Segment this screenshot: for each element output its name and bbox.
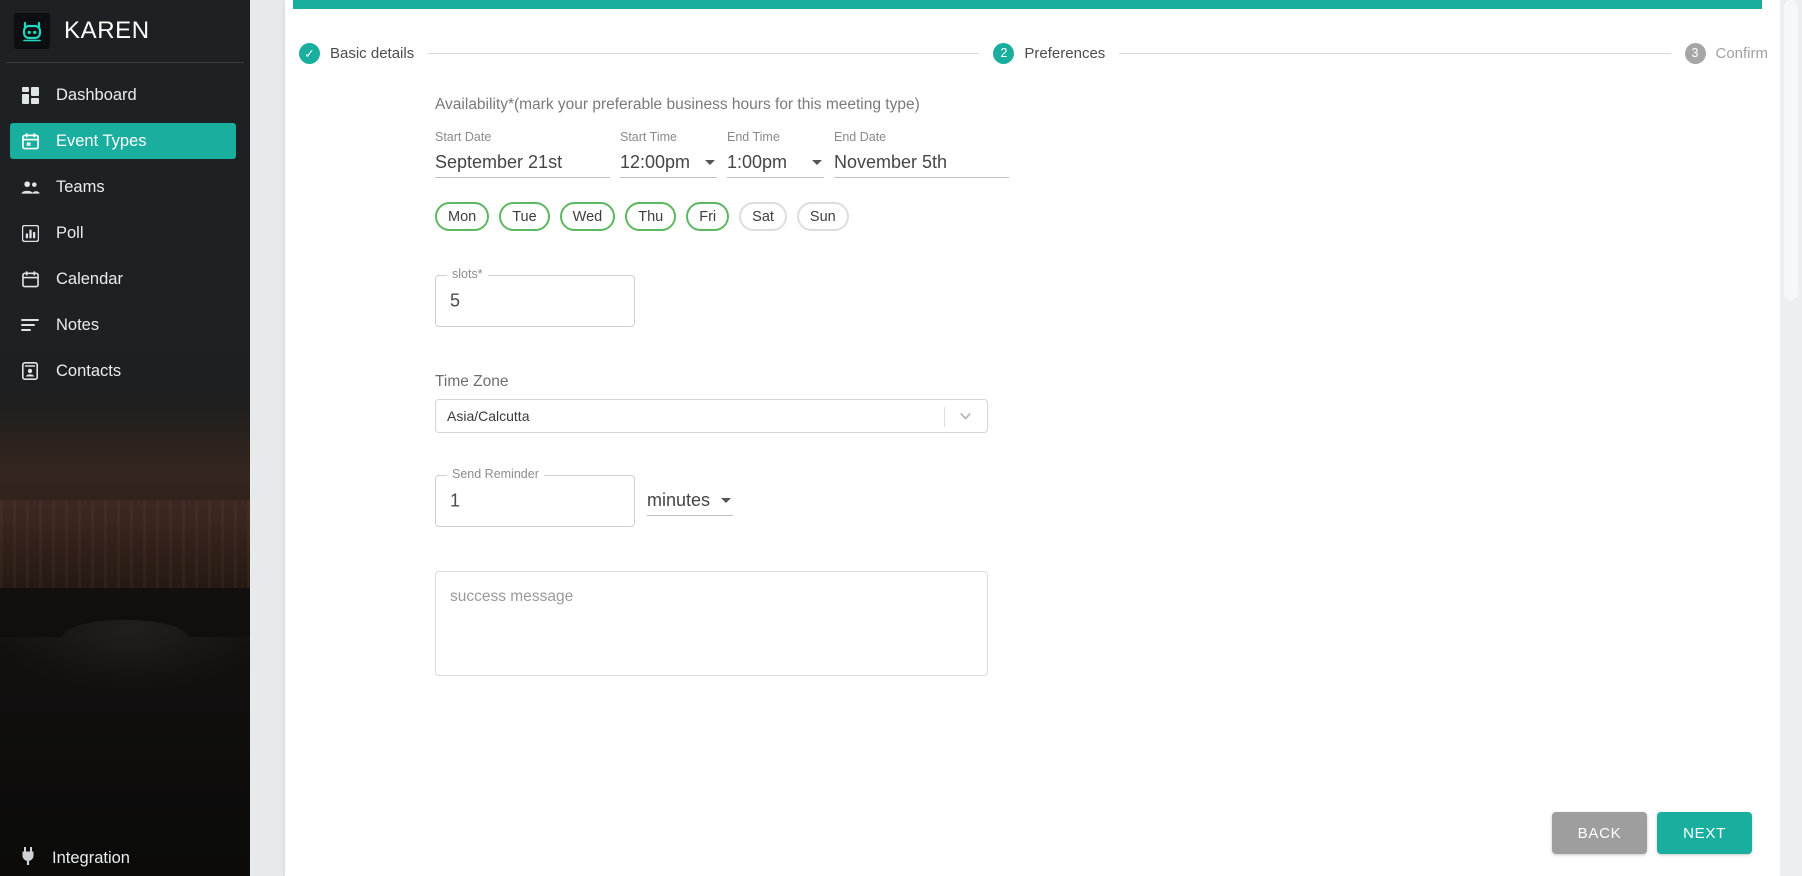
slots-input[interactable]: slots* 5 <box>435 268 635 327</box>
weekday-chip-thu[interactable]: Thu <box>625 202 677 231</box>
sidebar-item-calendar[interactable]: Calendar <box>10 261 236 297</box>
weekday-chip-sun[interactable]: Sun <box>796 202 849 231</box>
send-reminder-value: 1 <box>450 490 461 511</box>
weekday-chip-wed[interactable]: Wed <box>559 202 616 231</box>
chevron-down-icon <box>721 498 731 503</box>
calendar-icon <box>20 269 40 289</box>
content-area: ✓ Basic details 2 Preferences 3 Confirm … <box>250 0 1802 876</box>
sidebar-item-poll[interactable]: Poll <box>10 215 236 251</box>
availability-note: Availability*(mark your preferable busin… <box>435 96 920 113</box>
page-scrollbar-thumb[interactable] <box>1784 0 1798 300</box>
sidebar-item-integration[interactable]: Integration <box>0 840 250 876</box>
step-basic-details[interactable]: ✓ Basic details <box>299 42 415 64</box>
power-plug-icon <box>20 846 36 870</box>
sidebar-item-label: Calendar <box>56 269 123 288</box>
step-label: Confirm <box>1715 44 1769 62</box>
success-message-textarea[interactable]: success message <box>435 571 988 676</box>
step-bubble-number: 2 <box>993 42 1015 64</box>
send-reminder-row: Send Reminder 1 minutes <box>435 468 1782 527</box>
weekday-chip-fri[interactable]: Fri <box>686 202 730 231</box>
end-time-value: 1:00pm <box>727 152 788 172</box>
preferences-form: Availability*(mark your preferable busin… <box>285 96 1782 676</box>
send-reminder-label: Send Reminder <box>447 468 544 481</box>
sidebar: KAREN Dashboard Event Types Teams Poll C… <box>0 0 250 876</box>
time-zone-value: Asia/Calcutta <box>447 408 530 424</box>
start-date-value: September 21st <box>435 152 563 172</box>
sidebar-item-dashboard[interactable]: Dashboard <box>10 77 236 113</box>
weekday-chip-group: Mon Tue Wed Thu Fri Sat Sun <box>435 202 1782 231</box>
weekday-chip-mon[interactable]: Mon <box>435 202 490 231</box>
weekday-chip-tue[interactable]: Tue <box>499 202 550 231</box>
robot-avatar-icon <box>14 13 50 49</box>
app-root: KAREN Dashboard Event Types Teams Poll C… <box>0 0 1802 876</box>
weekday-chip-sat[interactable]: Sat <box>739 202 787 231</box>
step-confirm[interactable]: 3 Confirm <box>1684 42 1769 64</box>
end-date-value: November 5th <box>834 152 948 172</box>
step-label: Basic details <box>330 44 415 62</box>
time-zone-block: Time Zone Asia/Calcutta <box>435 373 1782 433</box>
sidebar-item-label: Contacts <box>56 361 122 380</box>
end-date-label: End Date <box>834 130 887 144</box>
dashboard-grid-icon <box>20 85 40 105</box>
lines-list-icon <box>20 315 40 335</box>
next-button[interactable]: NEXT <box>1657 812 1752 854</box>
start-time-select[interactable]: Start Time 12:00pm <box>620 130 717 178</box>
brand[interactable]: KAREN <box>0 0 250 62</box>
slots-value: 5 <box>450 290 461 311</box>
start-time-label: Start Time <box>620 130 677 144</box>
success-message-placeholder: success message <box>450 588 574 605</box>
sidebar-item-teams[interactable]: Teams <box>10 169 236 205</box>
sidebar-item-label: Dashboard <box>56 85 137 104</box>
time-zone-label: Time Zone <box>435 373 509 390</box>
wizard-stepper: ✓ Basic details 2 Preferences 3 Confirm <box>285 36 1782 70</box>
reminder-unit-select[interactable]: minutes <box>647 486 733 516</box>
sidebar-item-event-types[interactable]: Event Types <box>10 123 236 159</box>
people-group-icon <box>20 177 40 197</box>
chevron-down-icon <box>812 160 822 165</box>
sidebar-item-notes[interactable]: Notes <box>10 307 236 343</box>
card-accent-bar <box>293 0 1762 9</box>
sidebar-item-label: Event Types <box>56 131 147 150</box>
contact-card-icon <box>20 361 40 381</box>
slots-label: slots* <box>447 268 488 281</box>
select-separator <box>944 407 945 427</box>
end-date-field[interactable]: End Date November 5th <box>834 130 1009 178</box>
wizard-card: ✓ Basic details 2 Preferences 3 Confirm … <box>285 0 1782 876</box>
back-button[interactable]: BACK <box>1552 812 1647 854</box>
bar-chart-icon <box>20 223 40 243</box>
time-zone-select[interactable]: Asia/Calcutta <box>435 399 988 433</box>
step-label: Preferences <box>1024 44 1106 62</box>
step-bubble-number: 3 <box>1684 42 1706 64</box>
sidebar-item-label: Notes <box>56 315 100 334</box>
start-date-field[interactable]: Start Date September 21st <box>435 130 610 178</box>
calendar-event-icon <box>20 131 40 151</box>
chevron-down-icon <box>957 408 974 425</box>
sidebar-nav: Dashboard Event Types Teams Poll Calenda… <box>0 63 250 389</box>
sidebar-item-label: Integration <box>52 848 130 867</box>
reminder-unit-value: minutes <box>647 490 711 510</box>
step-connector-2 <box>1119 52 1671 54</box>
end-time-label: End Time <box>727 130 780 144</box>
sidebar-item-label: Teams <box>56 177 105 196</box>
step-preferences[interactable]: 2 Preferences <box>993 42 1106 64</box>
page-scrollbar[interactable] <box>1780 0 1802 876</box>
sidebar-item-label: Poll <box>56 223 84 242</box>
start-date-label: Start Date <box>435 130 492 144</box>
step-bubble-check-icon: ✓ <box>299 42 320 64</box>
brand-name: KAREN <box>64 17 150 44</box>
step-connector-1 <box>428 52 980 54</box>
availability-datetime-row: Start Date September 21st Start Time 12:… <box>435 130 1782 178</box>
chevron-down-icon <box>705 160 715 165</box>
start-time-value: 12:00pm <box>620 152 691 172</box>
end-time-select[interactable]: End Time 1:00pm <box>727 130 824 178</box>
send-reminder-input[interactable]: Send Reminder 1 <box>435 468 635 527</box>
wizard-footer: BACK NEXT <box>1552 812 1752 854</box>
sidebar-item-contacts[interactable]: Contacts <box>10 353 236 389</box>
